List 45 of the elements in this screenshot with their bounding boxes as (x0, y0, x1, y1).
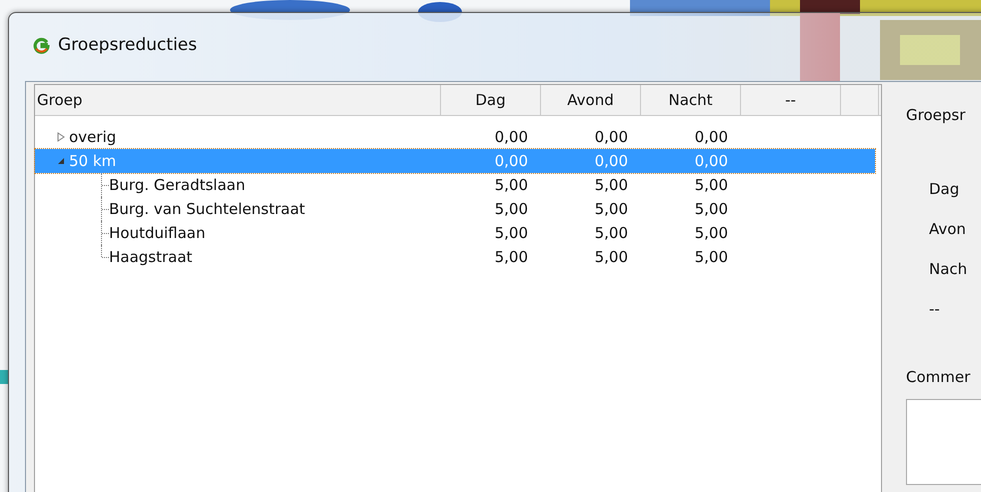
value-cell-text: 5,00 (694, 224, 729, 242)
field-label: Avon (929, 220, 967, 238)
value-cell-text: 5,00 (494, 200, 529, 218)
value-cell-text: 5,00 (594, 176, 629, 194)
comment-field[interactable] (906, 399, 981, 485)
tree-row[interactable]: Haagstraat 5,00 5,00 5,00 (35, 245, 875, 269)
value-cell-text: 5,00 (694, 200, 729, 218)
column-header[interactable]: Groep (35, 85, 441, 115)
tree-item-label: Burg. van Suchtelenstraat (109, 200, 306, 218)
tree-row[interactable]: overig 0,00 0,00 0,00 (35, 125, 875, 149)
app-logo-icon (33, 37, 50, 54)
tree-item-label: overig (69, 128, 116, 146)
value-cell-text: 5,00 (494, 224, 529, 242)
column-header[interactable]: -- (741, 85, 841, 115)
value-cell-text: 5,00 (594, 248, 629, 266)
value-cell-text: 5,00 (594, 200, 629, 218)
value-cell-text: 0,00 (694, 128, 729, 146)
field-label: Nach (929, 260, 968, 278)
value-cell-text: 5,00 (694, 176, 729, 194)
value-cell-text: 0,00 (494, 152, 529, 170)
section-label: Groepsr (906, 106, 966, 124)
tree-row[interactable]: Burg. van Suchtelenstraat 5,00 5,00 5,00 (35, 197, 875, 221)
value-cell-text: 0,00 (594, 128, 629, 146)
expanded-triangle-icon[interactable] (57, 157, 65, 165)
tree-row[interactable]: Houtduiflaan 5,00 5,00 5,00 (35, 221, 875, 245)
tree-item-label: Burg. Geradtslaan (109, 176, 246, 194)
collapsed-triangle-icon[interactable] (57, 132, 65, 142)
value-cell-text: 5,00 (594, 224, 629, 242)
tree-item-label: Haagstraat (109, 248, 192, 266)
comment-label: Commer (906, 368, 972, 386)
column-header[interactable]: Dag (441, 85, 541, 115)
value-cell-text: 0,00 (494, 128, 529, 146)
field-label: -- (929, 300, 941, 318)
tree-row[interactable]: Burg. Geradtslaan 5,00 5,00 5,00 (35, 173, 875, 197)
value-cell-text: 5,00 (494, 248, 529, 266)
field-label: Dag (929, 180, 960, 198)
tree-item-label: Houtduiflaan (109, 224, 206, 242)
value-cell-text: 0,00 (694, 152, 729, 170)
tree-item-label: 50 km (69, 152, 116, 170)
column-header[interactable]: Nacht (641, 85, 741, 115)
window-title: Groepsreducties (58, 35, 197, 55)
column-header[interactable]: Avond (541, 85, 641, 115)
value-cell-text: 5,00 (494, 176, 529, 194)
value-cell-text: 5,00 (694, 248, 729, 266)
value-cell-text: 0,00 (594, 152, 629, 170)
